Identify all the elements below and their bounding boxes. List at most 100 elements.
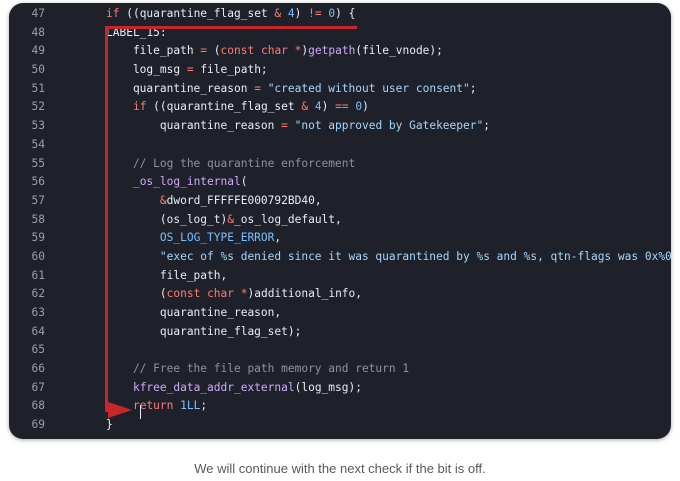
- code-text: &dword_FFFFFE000792BD40,: [106, 192, 671, 211]
- line-number: 56: [31, 175, 45, 189]
- code-token: (: [106, 287, 167, 301]
- line-number: 57: [31, 193, 45, 207]
- code-text: "exec of %s denied since it was quaranti…: [106, 248, 671, 267]
- code-token: if: [106, 7, 120, 20]
- code-token: &: [159, 193, 167, 207]
- annotation-vertical-bar: [105, 26, 108, 412]
- code-text: return 1LL;: [106, 397, 671, 416]
- code-token: (: [240, 175, 248, 189]
- code-text: if ((quarantine_flag_set & 4) == 0): [106, 98, 671, 117]
- code-token: 4: [314, 100, 322, 114]
- line-number: 51: [31, 81, 45, 95]
- code-token: &: [227, 212, 234, 226]
- line-number: 66: [31, 362, 45, 376]
- line-number: 52: [31, 100, 45, 114]
- code-text: file_path = (const char *)getpath(file_v…: [106, 42, 671, 61]
- annotation-horizontal-bar: [105, 26, 357, 29]
- code-line: 59 OS_LOG_TYPE_ERROR,: [9, 229, 671, 248]
- code-token: ==: [335, 100, 349, 114]
- code-token: *: [240, 287, 248, 301]
- code-token: const: [220, 44, 255, 58]
- code-token: ;: [483, 119, 490, 133]
- code-token: "exec of %s denied since it was quaranti…: [159, 249, 671, 263]
- code-token: ): [362, 100, 369, 114]
- code-token: const: [166, 287, 201, 301]
- code-text: if ((quarantine_flag_set & 4) != 0) {: [106, 5, 671, 24]
- code-line: 69}: [9, 416, 671, 435]
- code-line: 65: [9, 341, 671, 360]
- code-token: !=: [308, 7, 322, 20]
- code-line: 54: [9, 136, 671, 155]
- code-token: ): [294, 7, 309, 20]
- code-line: 50 log_msg = file_path;: [9, 61, 671, 80]
- code-text: quarantine_reason = "not approved by Gat…: [106, 117, 671, 136]
- code-line: 61 file_path,: [9, 267, 671, 286]
- code-text: log_msg = file_path;: [106, 61, 671, 80]
- line-number: 64: [31, 324, 45, 338]
- code-text: OS_LOG_TYPE_ERROR,: [106, 229, 671, 248]
- code-token: kfree_data_addr_external: [132, 380, 295, 394]
- code-token: char: [260, 44, 288, 58]
- code-text: quarantine_reason,: [106, 304, 671, 323]
- line-number: 49: [31, 44, 45, 58]
- code-token: ;: [469, 81, 477, 95]
- code-token: _os_log_internal: [132, 175, 241, 189]
- code-window: 47 if ((quarantine_flag_set & 4) != 0) {4…: [9, 3, 671, 439]
- code-text: (os_log_t)&_os_log_default,: [106, 211, 671, 230]
- line-number: 48: [31, 25, 45, 39]
- code-line: 52 if ((quarantine_flag_set & 4) == 0): [9, 98, 671, 117]
- code-lines: 47 if ((quarantine_flag_set & 4) != 0) {4…: [9, 5, 671, 435]
- code-text: kfree_data_addr_external(log_msg);: [106, 379, 671, 398]
- code-line: 62 (const char *)additional_info,: [9, 285, 671, 304]
- code-token: 4: [287, 7, 295, 20]
- code-line: 67 kfree_data_addr_external(log_msg);: [9, 379, 671, 398]
- line-number: 69: [31, 418, 45, 432]
- annotation-arrow-icon: [108, 402, 132, 418]
- code-token: file_path;: [193, 63, 268, 77]
- code-text: _os_log_internal(: [106, 173, 671, 192]
- code-line: 53 quarantine_reason = "not approved by …: [9, 117, 671, 136]
- code-text: (const char *)additional_info,: [106, 285, 671, 304]
- code-token: (log_msg);: [294, 380, 362, 394]
- code-line: 58 (os_log_t)&_os_log_default,: [9, 211, 671, 230]
- code-token: (: [207, 44, 221, 58]
- code-token: ;: [200, 399, 208, 413]
- code-token: =: [254, 81, 261, 95]
- code-token: ) {: [335, 7, 356, 20]
- code-text: quarantine_flag_set);: [106, 323, 671, 342]
- code-line: 64 quarantine_flag_set);: [9, 323, 671, 342]
- code-line: 63 quarantine_reason,: [9, 304, 671, 323]
- code-token: // Log the quarantine enforcement: [106, 156, 356, 170]
- line-number: 60: [31, 249, 45, 263]
- code-text: // Free the file path memory and return …: [106, 360, 671, 379]
- code-token: log_msg: [106, 63, 187, 77]
- code-line: 47 if ((quarantine_flag_set & 4) != 0) {: [9, 5, 671, 24]
- code-line: 57 &dword_FFFFFE000792BD40,: [9, 192, 671, 211]
- line-number: 50: [31, 63, 45, 77]
- code-token: OS_LOG_TYPE_ERROR: [159, 231, 275, 245]
- code-text: quarantine_reason = "created without use…: [106, 80, 671, 99]
- line-number: 54: [31, 137, 45, 151]
- code-token: ): [321, 100, 336, 114]
- code-token: "created without user consent": [267, 81, 470, 95]
- line-number: 59: [31, 231, 45, 245]
- code-token: char: [207, 287, 235, 301]
- code-token: getpath: [308, 44, 356, 58]
- code-token: ((quarantine_flag_set: [146, 100, 302, 114]
- code-text: file_path,: [106, 267, 671, 286]
- line-number: 58: [31, 212, 45, 226]
- line-number: 47: [31, 7, 45, 20]
- line-number: 67: [31, 380, 45, 394]
- code-token: quarantine_flag_set);: [106, 324, 302, 338]
- code-line: 66 // Free the file path memory and retu…: [9, 360, 671, 379]
- code-token: // Free the file path memory and return …: [106, 362, 410, 376]
